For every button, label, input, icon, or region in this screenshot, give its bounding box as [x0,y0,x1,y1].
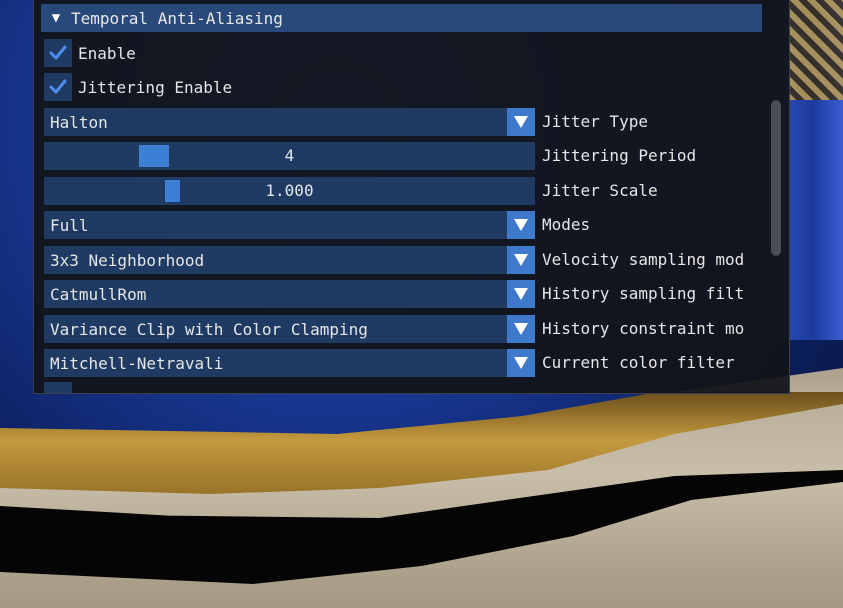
section-title: Temporal Anti-Aliasing [71,8,283,28]
checkmark-icon [49,79,67,94]
clipped-next-row [44,382,104,393]
combo-arrow-down-icon[interactable] [507,108,535,136]
enable-checkbox[interactable] [44,39,72,67]
history-constraint-combo[interactable]: Variance Clip with Color Clamping [44,315,535,343]
combo-arrow-down-icon[interactable] [507,280,535,308]
settings-panel: ▼ Temporal Anti-Aliasing Enable Jitterin… [33,0,790,394]
current-color-filter-combo[interactable]: Mitchell-Netravali [44,349,535,377]
jittering-period-slider[interactable]: 4 [44,142,535,170]
jitter-scale-label: Jitter Scale [542,181,658,200]
jittering-period-value: 4 [284,146,295,165]
jitter-type-combo[interactable]: Halton [44,108,535,136]
combo-arrow-down-icon[interactable] [507,211,535,239]
history-sampling-combo[interactable]: CatmullRom [44,280,535,308]
current-color-filter-value: Mitchell-Netravali [50,353,224,373]
tree-expanded-arrow-icon: ▼ [51,10,61,26]
enable-row[interactable]: Enable [44,39,136,67]
combo-arrow-down-icon[interactable] [507,315,535,343]
curtain-gold-trim [788,0,843,100]
modes-value: Full [50,215,89,235]
combo-arrow-down-icon[interactable] [507,349,535,377]
history-constraint-label: History constraint mo [542,319,745,338]
jitter-type-value: Halton [50,112,108,132]
jittering-enable-label: Jittering Enable [78,77,233,97]
clipped-checkbox [44,382,72,393]
velocity-sampling-value: 3x3 Neighborhood [50,250,205,270]
history-sampling-value: CatmullRom [50,284,147,304]
jittering-period-label: Jittering Period [542,146,697,165]
taa-section-header[interactable]: ▼ Temporal Anti-Aliasing [41,4,762,32]
modes-label: Modes [542,215,591,234]
velocity-sampling-combo[interactable]: 3x3 Neighborhood [44,246,535,274]
panel-scrollbar[interactable] [771,100,781,256]
enable-label: Enable [78,43,136,63]
modes-combo[interactable]: Full [44,211,535,239]
history-constraint-value: Variance Clip with Color Clamping [50,319,368,339]
checkmark-icon [49,45,67,60]
jittering-enable-row[interactable]: Jittering Enable [44,73,232,101]
current-color-filter-label: Current color filter [542,353,735,372]
combo-arrow-down-icon[interactable] [507,246,535,274]
jitter-scale-slider[interactable]: 1.000 [44,177,535,205]
history-sampling-label: History sampling filt [542,284,745,303]
jitter-scale-value: 1.000 [265,181,314,200]
jitter-type-label: Jitter Type [542,112,648,131]
jittering-enable-checkbox[interactable] [44,73,72,101]
velocity-sampling-label: Velocity sampling mod [542,250,745,269]
